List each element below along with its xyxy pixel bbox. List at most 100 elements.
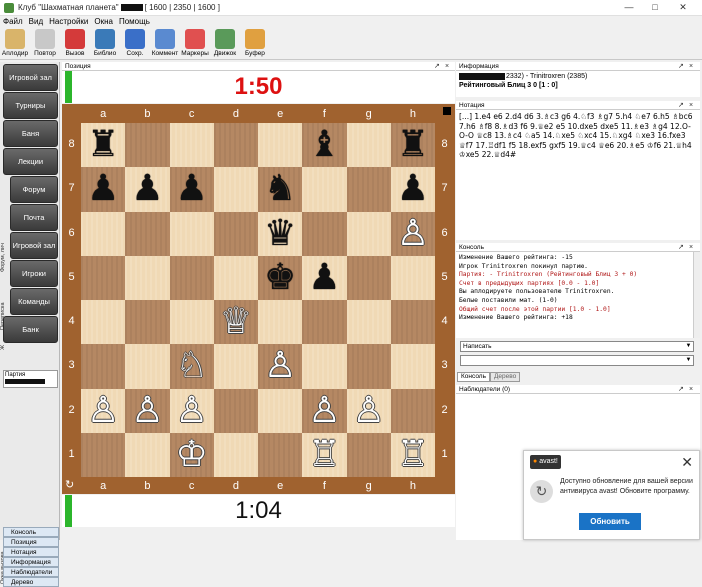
piece-e7[interactable]: ♞: [258, 167, 302, 211]
square-e4[interactable]: [258, 300, 303, 345]
piece-h8[interactable]: ♜: [391, 123, 435, 167]
tab-console-bottom[interactable]: Консоль: [457, 372, 490, 382]
observers-close-icon[interactable]: ×: [689, 385, 693, 394]
toolbar-button-dice[interactable]: Вызов: [60, 27, 90, 60]
square-f4[interactable]: [302, 300, 347, 345]
piece-c3[interactable]: ♘: [170, 344, 214, 388]
square-a5[interactable]: [81, 255, 126, 300]
toolbar-button-library[interactable]: Библио: [90, 27, 120, 60]
square-h3[interactable]: [390, 344, 435, 389]
console-pin-icon[interactable]: ↗: [678, 243, 684, 252]
square-d1[interactable]: [213, 432, 258, 477]
minimize-button[interactable]: —: [622, 2, 636, 12]
square-d3[interactable]: [213, 344, 258, 389]
sidebar-button-1[interactable]: Турниры: [3, 92, 58, 119]
menu-settings[interactable]: Настройки: [49, 17, 88, 26]
square-c5[interactable]: [169, 255, 214, 300]
square-b6[interactable]: [125, 211, 170, 256]
piece-f2[interactable]: ♙: [302, 389, 346, 433]
piece-g2[interactable]: ♙: [347, 389, 391, 433]
piece-e6[interactable]: ♛: [258, 212, 302, 256]
menu-help[interactable]: Помощь: [119, 17, 150, 26]
square-e2[interactable]: [258, 388, 303, 433]
menu-view[interactable]: Вид: [29, 17, 43, 26]
square-g4[interactable]: [346, 300, 391, 345]
square-g8[interactable]: [346, 123, 391, 168]
piece-d4[interactable]: ♕: [214, 300, 258, 344]
tab-tree-bottom[interactable]: Дерево: [489, 372, 521, 382]
square-f6[interactable]: [302, 211, 347, 256]
info-pin-icon[interactable]: ↗: [678, 62, 684, 71]
toolbar-button-clipboard[interactable]: Буфер: [240, 27, 270, 60]
toolbar-button-repeat[interactable]: Повтор: [30, 27, 60, 60]
square-g5[interactable]: [346, 255, 391, 300]
square-b5[interactable]: [125, 255, 170, 300]
square-a4[interactable]: [81, 300, 126, 345]
write-target-select[interactable]: Написать ▼: [460, 341, 694, 352]
square-g7[interactable]: [346, 167, 391, 212]
avast-update-button[interactable]: Обновить: [579, 513, 641, 530]
toolbar-button-pencil[interactable]: Коммент: [150, 27, 180, 60]
toolbar-button-engine[interactable]: Движок: [210, 27, 240, 60]
square-f7[interactable]: [302, 167, 347, 212]
tab-information[interactable]: Информация: [3, 557, 59, 567]
panel-close-icon[interactable]: ×: [445, 62, 449, 71]
close-button[interactable]: ✕: [676, 2, 690, 13]
sidebar-button-5[interactable]: Почта: [10, 204, 58, 231]
square-b4[interactable]: [125, 300, 170, 345]
sidebar-button-6[interactable]: Игровой зал: [10, 232, 58, 259]
square-g1[interactable]: [346, 432, 391, 477]
square-c4[interactable]: [169, 300, 214, 345]
piece-e5[interactable]: ♚: [258, 256, 302, 300]
sidebar-game-item[interactable]: Партия: [3, 370, 58, 388]
square-f3[interactable]: [302, 344, 347, 389]
piece-a2[interactable]: ♙: [81, 389, 125, 433]
sidebar-button-9[interactable]: Банк: [3, 316, 58, 343]
piece-c7[interactable]: ♟: [170, 167, 214, 211]
square-g3[interactable]: [346, 344, 391, 389]
chessboard[interactable]: ♜ ♝ ♜ ♟ ♟ ♟ ♞ ♟ ♛ ♙ ♚ ♟ ♕ ♘ ♙ ♙ ♙ ♙ ♙ ♙ ♔ ♖ ♖: [81, 123, 435, 477]
pin-icon[interactable]: ↗: [434, 62, 440, 71]
piece-c2[interactable]: ♙: [170, 389, 214, 433]
piece-b7[interactable]: ♟: [125, 167, 169, 211]
square-h5[interactable]: [390, 255, 435, 300]
notation-close-icon[interactable]: ×: [689, 101, 693, 110]
toolbar-button-applause[interactable]: Аплодир: [0, 27, 30, 60]
observers-pin-icon[interactable]: ↗: [678, 385, 684, 394]
square-a3[interactable]: [81, 344, 126, 389]
piece-b2[interactable]: ♙: [125, 389, 169, 433]
tab-observers[interactable]: Наблюдатели: [3, 567, 59, 577]
piece-f5[interactable]: ♟: [302, 256, 346, 300]
sidebar-button-2[interactable]: Баня: [3, 120, 58, 147]
square-b3[interactable]: [125, 344, 170, 389]
square-h2[interactable]: [390, 388, 435, 433]
square-a1[interactable]: [81, 432, 126, 477]
message-input[interactable]: ▼: [460, 355, 694, 366]
sidebar-button-7[interactable]: Игроки: [10, 260, 58, 287]
square-c6[interactable]: [169, 211, 214, 256]
square-d8[interactable]: [213, 123, 258, 168]
tab-tree[interactable]: Дерево: [3, 577, 59, 587]
piece-e3[interactable]: ♙: [258, 344, 302, 388]
notation-text[interactable]: [...] 1.e4 e6 2.d4 d6 3.♗c3 g6 4.♘f3 ♗g7…: [456, 110, 700, 240]
piece-c1[interactable]: ♔: [170, 433, 214, 477]
square-e1[interactable]: [258, 432, 303, 477]
square-a6[interactable]: [81, 211, 126, 256]
menu-windows[interactable]: Окна: [94, 17, 113, 26]
square-c8[interactable]: [169, 123, 214, 168]
square-d6[interactable]: [213, 211, 258, 256]
tab-position[interactable]: Позиция: [3, 537, 59, 547]
toolbar-button-save[interactable]: Сохр.: [120, 27, 150, 60]
square-b8[interactable]: [125, 123, 170, 168]
tab-notation[interactable]: Нотация: [3, 547, 59, 557]
sidebar-button-3[interactable]: Лекции: [3, 148, 58, 175]
piece-a8[interactable]: ♜: [81, 123, 125, 167]
console-scrollbar[interactable]: [693, 252, 700, 338]
toolbar-button-markers[interactable]: Маркеры: [180, 27, 210, 60]
console-close-icon[interactable]: ×: [689, 243, 693, 252]
info-close-icon[interactable]: ×: [689, 62, 693, 71]
tab-console[interactable]: Консоль: [3, 527, 59, 537]
flip-board-icon[interactable]: ↻: [65, 480, 76, 491]
piece-f1[interactable]: ♖: [302, 433, 346, 477]
sidebar-button-4[interactable]: Форум: [10, 176, 58, 203]
